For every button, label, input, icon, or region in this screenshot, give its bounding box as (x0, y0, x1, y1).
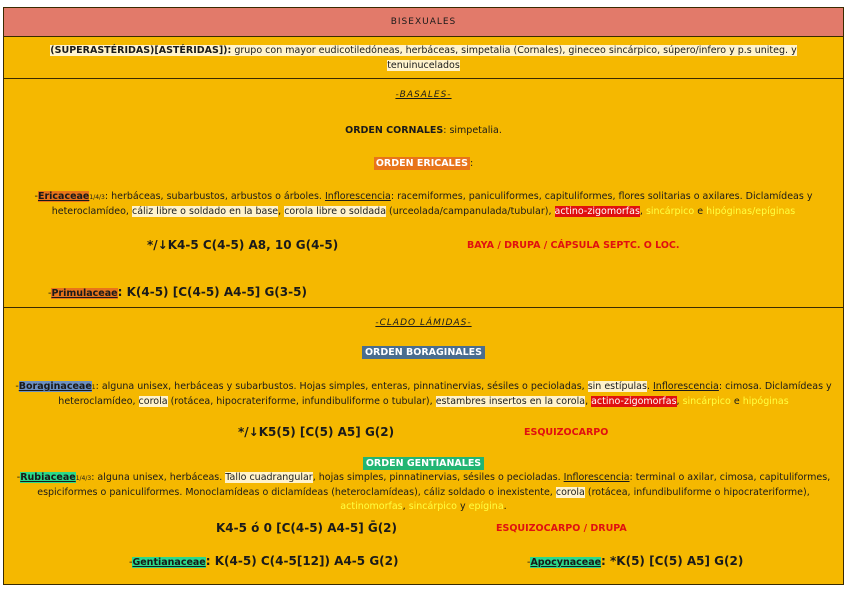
apocynaceae-name: Apocynaceae (530, 557, 602, 568)
gentianales-line: ORDEN GENTIANALES (4, 457, 843, 470)
rubiaceae-formula: K4-5 ó 0 [C(4-5) A4-5] Ḡ(2) (216, 521, 398, 535)
document-table: BISEXUALES (SUPERASTÉRIDAS)[ASTÉRIDAS]):… (3, 7, 844, 585)
ericales-label: ORDEN ERICALES (373, 157, 470, 170)
apocynaceae-line: -Apocynaceae: *K(5) [C(5) A5] G(2) (527, 554, 744, 568)
gentianaceae-line: -Gentianaceae: K(4-5) C(4-5[12]) A4-5 G(… (129, 554, 399, 568)
ericaceae-name: Ericaceae (37, 191, 90, 202)
rubiaceae-name: Rubiaceae (20, 472, 76, 483)
rubiaceae-description: -Rubiaceae1/4/3: alguna unisex, herbácea… (16, 472, 831, 512)
header-title: BISEXUALES (4, 8, 843, 37)
boraginaceae-name: Boraginaceae (18, 381, 92, 392)
ericaceae-formula: */↓K4-5 C(4-5) A8, 10 G(4-5) (147, 238, 339, 252)
boraginaceae-description: -Boraginaceae1: alguna unisex, herbáceas… (15, 381, 832, 407)
boraginales-label: ORDEN BORAGINALES (361, 346, 486, 359)
section-basales: -BASALES- ORDEN CORNALES: simpetalia. OR… (4, 80, 843, 308)
lamidas-title: -CLADO LÁMIDAS- (375, 318, 472, 328)
boraginaceae-formula: */↓K5(5) [C(5) A5] G(2) (238, 425, 395, 439)
boraginaceae-fruit: ESQUIZOCARPO (524, 427, 609, 438)
cornales-label: ORDEN CORNALES (345, 125, 444, 136)
primulaceae-name: Primulaceae (51, 288, 118, 299)
intro-text: grupo con mayor eudicotiledóneas, herbác… (231, 45, 797, 71)
ericaceae-fruit: BAYA / DRUPA / CÁPSULA SEPTC. O LOC. (467, 240, 680, 251)
gentianaceae-name: Gentianaceae (132, 557, 206, 568)
rubiaceae-fruit: ESQUIZOCARPO / DRUPA (496, 523, 627, 534)
basales-title: -BASALES- (395, 90, 452, 100)
cornales-line: ORDEN CORNALES: simpetalia. (4, 125, 843, 136)
primulaceae-line: -Primulaceae: K(4-5) [C(4-5) A4-5] G(3-5… (48, 285, 307, 299)
cornales-text: : simpetalia. (443, 125, 502, 136)
ericales-line: ORDEN ERICALES: (373, 157, 474, 170)
intro-row: (SUPERASTÉRIDAS)[ASTÉRIDAS]): grupo con … (4, 37, 843, 79)
section-lamidas: -CLADO LÁMIDAS- ORDEN BORAGINALES -Borag… (4, 308, 843, 584)
boraginales-line: ORDEN BORAGINALES (4, 346, 843, 359)
intro-label: (SUPERASTÉRIDAS)[ASTÉRIDAS]): (50, 45, 232, 56)
ericaceae-description: -Ericaceae1/4/3: herbáceas, subarbustos,… (34, 191, 813, 217)
gentianales-label: ORDEN GENTIANALES (362, 457, 485, 470)
